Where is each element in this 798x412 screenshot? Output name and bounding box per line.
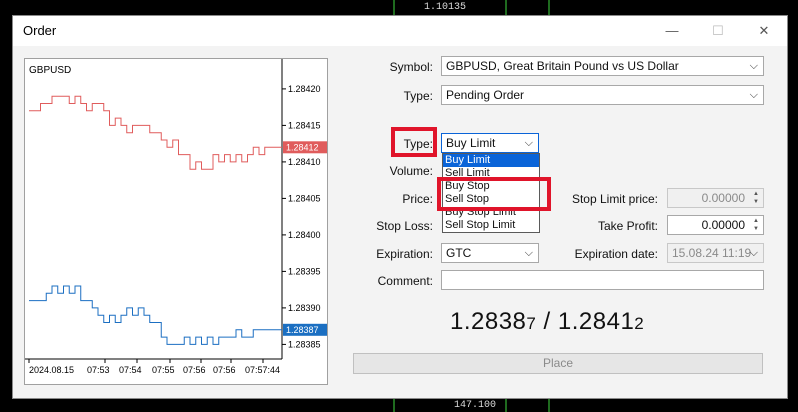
spinner-icon[interactable]: ▲ ▼ [750, 190, 762, 206]
stop-limit-price-label: Stop Limit price: [571, 192, 658, 206]
volume-label: Volume: [389, 164, 433, 178]
time-tick-label: 07:57:44 [245, 365, 280, 375]
chevron-down-icon: ⌵ [749, 247, 758, 259]
time-tick-label: 07:56 [183, 365, 206, 375]
highlight-box-type-label [391, 127, 437, 157]
time-tick-label: 07:54 [119, 365, 142, 375]
expiration-date-field[interactable]: 15.08.24 11:19 ⌵ [667, 243, 764, 263]
expiration-value: GTC [446, 246, 472, 260]
bid-price-pip: 7 [526, 314, 537, 333]
price-tick-label: 1.28410 [288, 157, 321, 167]
time-tick-label: 07:56 [213, 365, 236, 375]
ask-price: 1.2841 [557, 308, 635, 335]
symbol-select[interactable]: GBPUSD, Great Britain Pound vs US Dollar… [441, 56, 764, 76]
symbol-value: GBPUSD, Great Britain Pound vs US Dollar [446, 59, 679, 73]
price-tick-label: 1.28405 [288, 193, 321, 203]
expiration-date-value: 15.08.24 11:19 [672, 246, 752, 260]
expiration-select[interactable]: GTC ⌵ [441, 243, 539, 263]
dropdown-option-buy-limit[interactable]: Buy Limit [443, 154, 539, 167]
bid-price-line [29, 285, 282, 345]
stop-loss-label: Stop Loss: [376, 219, 433, 233]
order-dialog: Order — ☐ ✕ GBPUSD 1.28420 1.28415 1.28410 1… [12, 15, 788, 399]
chevron-down-icon: ⌵ [749, 89, 758, 101]
comment-input[interactable] [441, 270, 764, 290]
take-profit-value: 0.00000 [701, 218, 745, 232]
order-kind-select[interactable]: Pending Order ⌵ [441, 85, 764, 105]
price-label: Price: [402, 192, 433, 206]
price-tick-label: 1.28420 [288, 84, 321, 94]
bid-price-tag-label: 1.28387 [286, 325, 319, 335]
background-price-label: 147.100 [454, 400, 497, 411]
price-tick-label: 1.28415 [288, 120, 321, 130]
pending-type-select[interactable]: Buy Limit ⌵ [441, 133, 539, 153]
take-profit-label: Take Profit: [597, 219, 658, 233]
expiration-label: Expiration: [376, 247, 433, 261]
ask-price-line [29, 95, 282, 170]
time-tick-label: 07:53 [87, 365, 110, 375]
chevron-down-icon: ⌵ [749, 60, 758, 72]
time-tick-label: 2024.08.15 [29, 365, 74, 375]
price-tick-label: 1.28400 [288, 230, 321, 240]
highlight-box-stop-options [437, 177, 551, 211]
title-bar[interactable]: Order — ☐ ✕ [13, 16, 787, 46]
order-kind-value: Pending Order [446, 88, 525, 102]
pending-type-value: Buy Limit [446, 136, 496, 150]
place-button[interactable]: Place [353, 353, 763, 374]
time-tick-label: 07:55 [152, 365, 175, 375]
type-label: Type: [403, 89, 433, 103]
bid-price: 1.2838 [450, 308, 527, 335]
stop-limit-price-value: 0.00000 [701, 191, 745, 205]
current-quote: 1.28387 / 1.28412 [450, 308, 644, 336]
expiration-date-label: Expiration date: [574, 247, 658, 261]
take-profit-field[interactable]: 0.00000 ▲ ▼ [667, 215, 764, 235]
tick-chart: GBPUSD 1.28420 1.28415 1.28410 1.28405 1.2840… [24, 58, 328, 385]
close-icon[interactable]: ✕ [741, 16, 787, 46]
background-price-label: 1.10135 [424, 2, 467, 13]
spinner-icon[interactable]: ▲ ▼ [750, 217, 762, 233]
stop-limit-price-field[interactable]: 0.00000 ▲ ▼ [667, 188, 764, 208]
ask-price-tag-label: 1.28412 [286, 142, 319, 152]
ask-price-pip: 2 [634, 314, 645, 333]
minimize-icon[interactable]: — [649, 16, 695, 46]
symbol-label: Symbol: [389, 60, 433, 74]
chevron-down-icon: ⌵ [524, 137, 533, 149]
chevron-down-icon: ⌵ [524, 247, 533, 259]
price-tick-label: 1.28385 [288, 339, 321, 349]
price-tick-label: 1.28390 [288, 303, 321, 313]
tick-chart-svg: GBPUSD 1.28420 1.28415 1.28410 1.28405 1.2840… [25, 59, 327, 375]
quote-separator: / [536, 308, 558, 335]
maximize-icon[interactable]: ☐ [695, 16, 741, 46]
window-title: Order [23, 23, 57, 38]
dropdown-option-sell-stop-limit[interactable]: Sell Stop Limit [443, 219, 539, 232]
chart-symbol-label: GBPUSD [29, 65, 71, 76]
comment-label: Comment: [377, 274, 433, 288]
price-tick-label: 1.28395 [288, 266, 321, 276]
